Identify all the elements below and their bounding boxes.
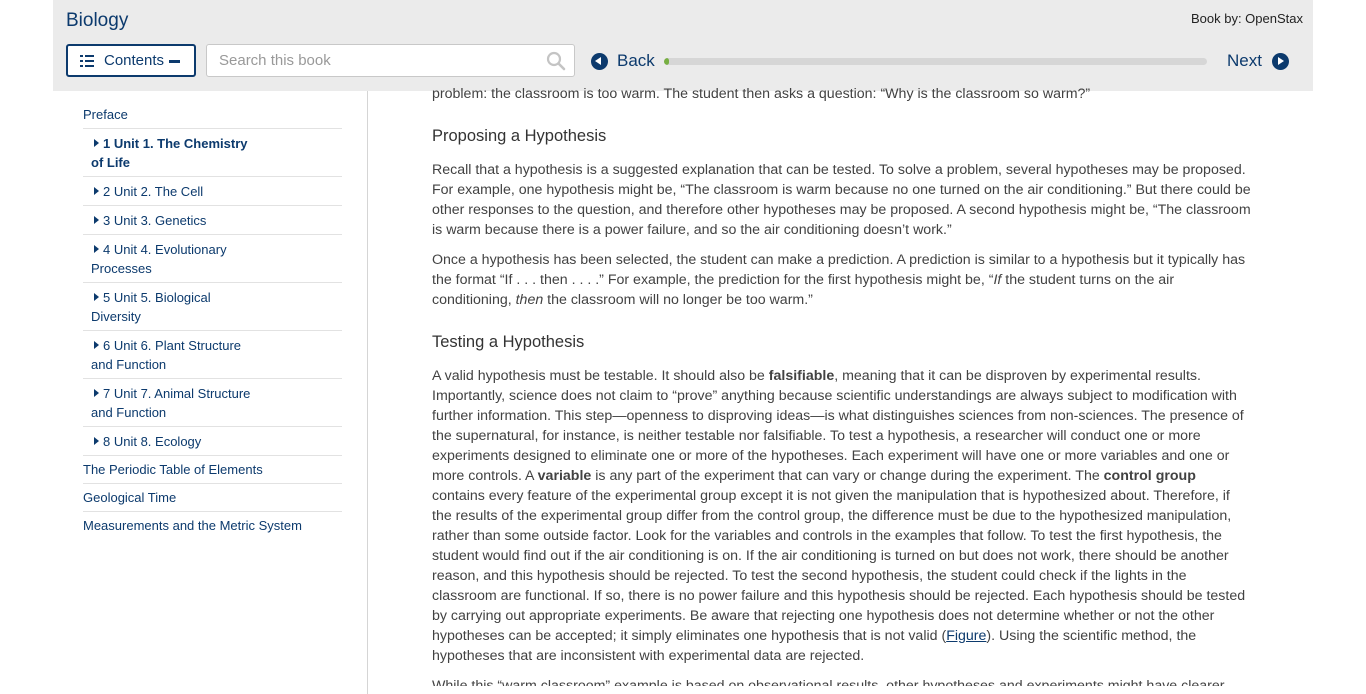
expand-caret-icon <box>94 389 99 397</box>
toc-unit-label: 1 Unit 1. The Chemistry of Life <box>91 136 248 170</box>
paragraph: Recall that a hypothesis is a suggested … <box>432 162 1251 238</box>
term-control-group: control group <box>1103 468 1196 484</box>
next-label: Next <box>1227 51 1262 70</box>
toc-unit-1[interactable]: 1 Unit 1. The Chemistry of Life <box>83 129 342 177</box>
toc-item-geological-time[interactable]: Geological Time <box>83 484 342 512</box>
search-input[interactable] <box>207 45 527 76</box>
toc-unit-5[interactable]: 5 Unit 5. Biological Diversity <box>83 283 342 331</box>
back-button[interactable]: Back <box>591 51 655 71</box>
expand-caret-icon <box>94 293 99 301</box>
paragraph: A valid hypothesis must be testable. It … <box>432 368 1246 664</box>
back-label: Back <box>617 51 655 70</box>
expand-caret-icon <box>94 245 99 253</box>
section-heading-testing: Testing a Hypothesis <box>432 333 585 351</box>
expand-caret-icon <box>94 139 99 147</box>
table-of-contents: Preface 1 Unit 1. The Chemistry of Life … <box>83 101 342 539</box>
progress-fill <box>664 58 670 65</box>
list-icon <box>80 54 94 67</box>
toc-item-preface[interactable]: Preface <box>83 101 342 129</box>
toc-unit-8[interactable]: 8 Unit 8. Ecology <box>83 427 342 456</box>
paragraph-cut-top: problem: the classroom is too warm. The … <box>432 86 1091 102</box>
search-icon[interactable] <box>546 51 566 71</box>
search-box <box>206 44 575 77</box>
collapse-minus-icon <box>169 60 180 63</box>
expand-caret-icon <box>94 216 99 224</box>
paragraph: Once a hypothesis has been selected, the… <box>432 252 1246 308</box>
section-heading-proposing: Proposing a Hypothesis <box>432 127 607 145</box>
contents-button[interactable]: Contents <box>66 44 196 77</box>
next-button[interactable]: Next <box>1227 51 1289 71</box>
toc-unit-label: 7 Unit 7. Animal Structure and Function <box>91 386 251 420</box>
expand-caret-icon <box>94 437 99 445</box>
top-toolbar: Biology Book by: OpenStax Contents Back … <box>53 0 1313 91</box>
book-title[interactable]: Biology <box>66 10 128 32</box>
next-arrow-icon <box>1271 52 1289 70</box>
toc-unit-label: 8 Unit 8. Ecology <box>103 434 202 449</box>
toc-unit-label: 2 Unit 2. The Cell <box>103 184 204 199</box>
toc-unit-label: 4 Unit 4. Evolutionary Processes <box>91 242 227 276</box>
sidebar-divider <box>367 91 368 694</box>
toc-item-measurements[interactable]: Measurements and the Metric System <box>83 512 342 539</box>
reading-progress-bar <box>664 58 1207 65</box>
toc-unit-label: 5 Unit 5. Biological Diversity <box>91 290 211 324</box>
term-variable: variable <box>537 468 592 484</box>
contents-label: Contents <box>104 52 165 69</box>
toc-unit-label: 3 Unit 3. Genetics <box>103 213 207 228</box>
paragraph-cut-bottom: While this “warm classroom” example is b… <box>432 678 1225 686</box>
book-attribution: Book by: OpenStax <box>1190 11 1303 26</box>
toc-item-periodic-table[interactable]: The Periodic Table of Elements <box>83 456 342 484</box>
toc-unit-6[interactable]: 6 Unit 6. Plant Structure and Function <box>83 331 342 379</box>
back-arrow-icon <box>591 52 608 70</box>
figure-link[interactable]: Figure <box>946 628 986 644</box>
chapter-content: problem: the classroom is too warm. The … <box>432 84 1252 694</box>
toc-unit-7[interactable]: 7 Unit 7. Animal Structure and Function <box>83 379 342 427</box>
term-falsifiable: falsifiable <box>768 368 835 384</box>
expand-caret-icon <box>94 341 99 349</box>
toc-unit-3[interactable]: 3 Unit 3. Genetics <box>83 206 342 235</box>
toc-unit-2[interactable]: 2 Unit 2. The Cell <box>83 177 342 206</box>
toc-unit-4[interactable]: 4 Unit 4. Evolutionary Processes <box>83 235 342 283</box>
expand-caret-icon <box>94 187 99 195</box>
toc-unit-label: 6 Unit 6. Plant Structure and Function <box>91 338 242 372</box>
